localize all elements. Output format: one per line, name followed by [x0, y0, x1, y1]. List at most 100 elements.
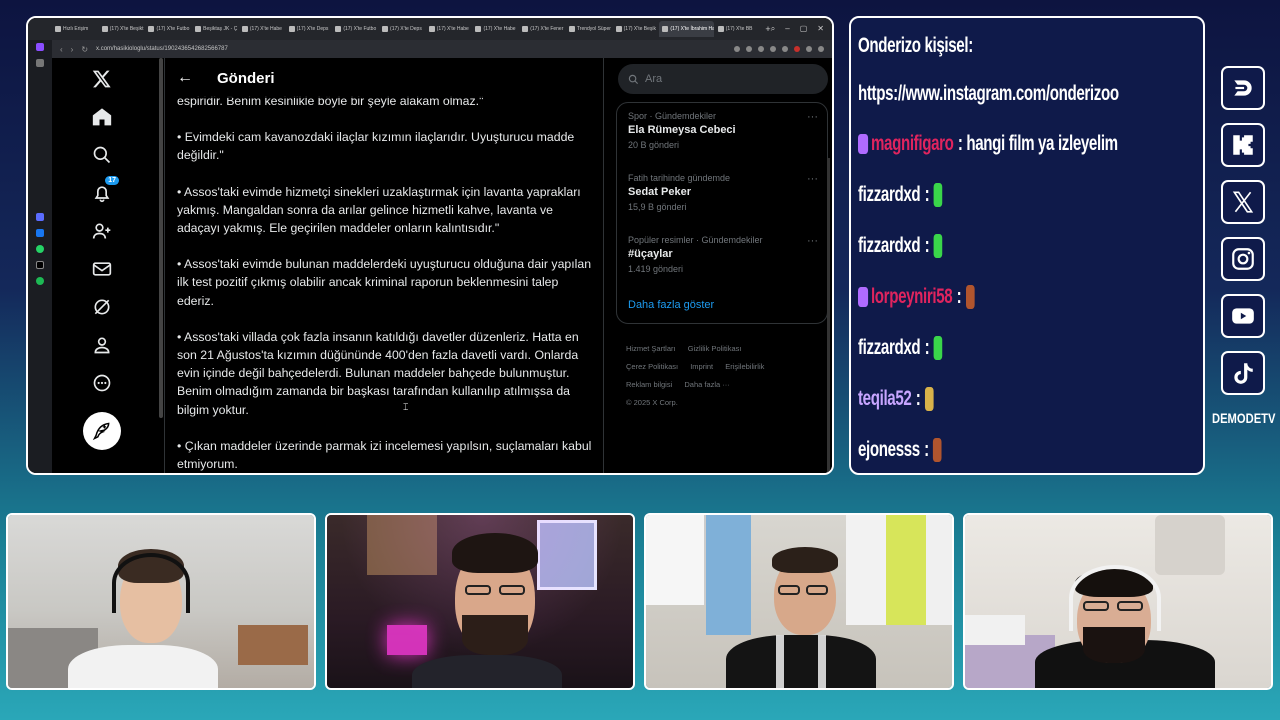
browser-tab[interactable]: (17) X'te Beşikt	[99, 21, 145, 37]
chat-message: magnifigaro: hangi film ya izleyelim	[858, 132, 1118, 156]
reload-icon[interactable]: ↻	[81, 45, 88, 54]
minimize-icon[interactable]: –	[785, 24, 789, 34]
browser-tab[interactable]: (17) X'te Futbo	[145, 21, 191, 37]
search-tabs-icon[interactable]: ⌕	[771, 24, 775, 34]
compose-post-button[interactable]	[83, 412, 121, 450]
chat-emote-icon	[933, 336, 943, 361]
whatsapp-icon[interactable]	[36, 245, 44, 253]
trend-more-icon[interactable]: ···	[807, 173, 818, 185]
browser-tab[interactable]: Hızlı Erişim	[52, 21, 98, 37]
spotify-icon[interactable]	[36, 277, 44, 285]
page-scrollbar[interactable]	[159, 58, 163, 418]
chat-message: teqila52:	[858, 387, 934, 412]
tab-label: (17) X'te Futbo	[343, 26, 377, 32]
trend-more-icon[interactable]: ···	[807, 235, 818, 247]
chat-text: : hangi film ya izleyelim	[957, 132, 1118, 155]
messenger-icon[interactable]	[36, 229, 44, 237]
trend-more-icon[interactable]: ···	[807, 111, 818, 123]
browser-tab[interactable]: (17) X'te Habe	[239, 21, 285, 37]
mouse-cursor-icon: ⌶	[403, 402, 409, 412]
footer-link[interactable]: Daha fazla ···	[684, 380, 729, 389]
copyright: © 2025 X Corp.	[626, 398, 678, 407]
footer-link[interactable]: Erişilebilirlik	[725, 362, 764, 371]
tab-label: Beşiktaş JK - Ç	[203, 26, 238, 32]
forward-nav-icon[interactable]: ›	[71, 45, 74, 54]
extension-icons	[734, 46, 824, 52]
tweet-paragraph: • Assos'taki villada çok fazla insanın k…	[177, 329, 579, 417]
tab-favicon-icon	[335, 26, 342, 32]
tab-label: (17) X'te Habe	[483, 26, 516, 32]
close-icon[interactable]: ✕	[817, 24, 824, 34]
browser-tab[interactable]: (17) X'te İbrahim Hakkı	[659, 21, 714, 37]
extension-icon[interactable]	[806, 46, 812, 52]
browser-tab[interactable]: Beşiktaş JK - Ç	[192, 21, 238, 37]
maximize-icon[interactable]: ▢	[800, 24, 808, 34]
messages-envelope-icon[interactable]	[91, 258, 113, 280]
tab-favicon-icon	[195, 26, 202, 32]
footer-links: Hizmet Şartları Gizlilik Politikası Çere…	[626, 340, 826, 412]
tab-favicon-icon	[55, 26, 61, 32]
browser-tab[interactable]: (17) X'te Habe	[426, 21, 472, 37]
extension-icon[interactable]	[734, 46, 740, 52]
tab-label: (17) X'te BB	[725, 26, 753, 32]
chat-text: :	[924, 336, 930, 359]
home-icon[interactable]	[91, 106, 113, 128]
tab-favicon-icon	[522, 26, 529, 32]
footer-link[interactable]: Gizlilik Politikası	[688, 344, 742, 353]
trend-item[interactable]: Spor · Gündemdekiler Ela Rümeysa Cebeci …	[628, 111, 818, 150]
grok-icon[interactable]	[91, 296, 113, 318]
extension-icon[interactable]	[758, 46, 764, 52]
browser-tab[interactable]: (17) X'te Beşik	[613, 21, 659, 37]
trend-item[interactable]: Popüler resimler · Gündemdekiler #üçayla…	[628, 235, 818, 274]
ai-icon[interactable]	[36, 213, 44, 221]
extension-icon[interactable]	[770, 46, 776, 52]
chat-emote-icon	[933, 183, 943, 208]
search-input[interactable]: Ara	[618, 64, 828, 94]
subscriber-badge-icon	[858, 134, 869, 155]
webcam-feed	[644, 513, 954, 690]
explore-search-icon[interactable]	[91, 144, 113, 166]
tab-favicon-icon	[288, 26, 295, 32]
tab-label: (17) X'te Beşik	[623, 26, 656, 32]
footer-link[interactable]: Imprint	[690, 362, 713, 371]
browser-tab[interactable]: (17) X'te Deps	[379, 21, 425, 37]
back-nav-icon[interactable]: ‹	[60, 45, 63, 54]
post-header: ← Gönderi	[165, 58, 603, 98]
browser-tab[interactable]: (17) X'te Habe	[472, 21, 518, 37]
webcam-feed	[963, 513, 1273, 690]
notifications-bell-icon[interactable]: 17	[91, 176, 119, 204]
browser-tab[interactable]: Trendyol Süper	[566, 21, 612, 37]
extension-icon[interactable]	[782, 46, 788, 52]
kick-icon	[1221, 123, 1265, 167]
right-sidebar: Ara Spor · Gündemdekiler Ela Rümeysa Ceb…	[616, 58, 832, 473]
x-logo-icon[interactable]	[91, 68, 113, 90]
extension-icon[interactable]	[818, 46, 824, 52]
more-options-icon[interactable]	[91, 372, 113, 394]
trend-category: Popüler resimler · Gündemdekiler	[628, 235, 763, 245]
extension-icon[interactable]	[794, 46, 800, 52]
page-scrollbar[interactable]	[827, 158, 830, 473]
aria-icon[interactable]	[36, 43, 44, 51]
footer-link[interactable]: Çerez Politikası	[626, 362, 678, 371]
home-icon[interactable]	[36, 59, 44, 67]
chat-text: :	[915, 387, 921, 410]
back-arrow-icon[interactable]: ←	[177, 69, 207, 87]
browser-tab[interactable]: (17) X'te Futbo	[332, 21, 378, 37]
x-icon	[1221, 180, 1265, 224]
extension-icon[interactable]	[746, 46, 752, 52]
trend-item[interactable]: Fatih tarihinde gündemde Sedat Peker 15,…	[628, 173, 818, 212]
opera-sidebar	[28, 18, 52, 473]
url-field[interactable]: x.com/hasikiologlu/status/19024365426825…	[96, 46, 726, 52]
show-more-link[interactable]: Daha fazla göster	[628, 299, 714, 311]
x-sidebar-icon[interactable]	[36, 261, 44, 269]
follow-person-icon[interactable]	[91, 220, 113, 242]
footer-link[interactable]: Reklam bilgisi	[626, 380, 672, 389]
profile-icon[interactable]	[91, 334, 113, 356]
browser-tab[interactable]: (17) X'te Deps	[286, 21, 332, 37]
browser-tab[interactable]: (17) X'te BB	[715, 21, 761, 37]
chat-text: :	[924, 234, 930, 257]
footer-link[interactable]: Hizmet Şartları	[626, 344, 676, 353]
trend-category: Fatih tarihinde gündemde	[628, 173, 731, 183]
browser-tab[interactable]: (17) X'te Fener	[519, 21, 565, 37]
chat-username: ejonesss	[858, 438, 920, 461]
